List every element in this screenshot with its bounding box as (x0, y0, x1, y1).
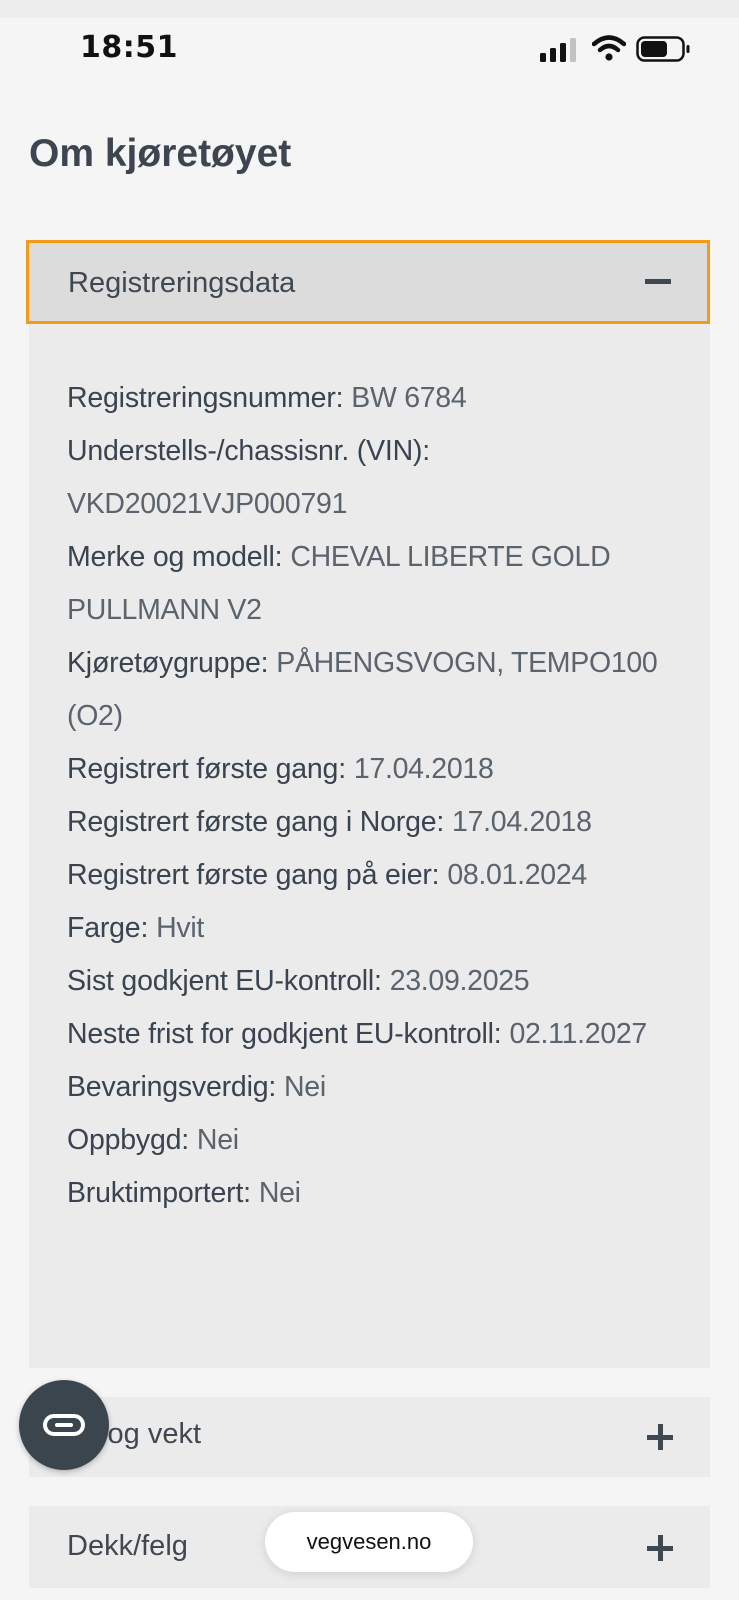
data-row-vin: Understells-/chassisnr. (VIN): VKD20021V… (67, 425, 677, 531)
data-row-registrert-forste-gang: Registrert første gang: 17.04.2018 (67, 743, 677, 796)
row-value: Nei (258, 1177, 301, 1209)
chat-link-icon (43, 1414, 85, 1436)
accordion-label: Registreringsdata (68, 267, 296, 299)
row-label: Bevaringsverdig: (67, 1071, 277, 1103)
floating-action-button[interactable] (19, 1380, 109, 1470)
row-label: Registrert første gang i Norge: (67, 806, 445, 838)
row-value: VKD20021VJP000791 (67, 488, 348, 520)
accordion-registreringsdata-header[interactable]: Registreringsdata (26, 240, 710, 324)
row-label: Oppbygd: (67, 1124, 189, 1156)
data-row-sist-eu-kontroll: Sist godkjent EU-kontroll: 23.09.2025 (67, 955, 677, 1008)
data-row-registrert-eier: Registrert første gang på eier: 08.01.20… (67, 849, 677, 902)
wifi-icon (592, 35, 626, 61)
battery-icon (636, 36, 690, 62)
row-label: Kjøretøygruppe: (67, 647, 269, 679)
data-row-farge: Farge: Hvit (67, 902, 677, 955)
status-bar: 18:51 (0, 18, 739, 80)
data-row-oppbygd: Oppbygd: Nei (67, 1114, 677, 1167)
page-title: Om kjøretøyet (29, 132, 292, 175)
row-label: Neste frist for godkjent EU-kontroll: (67, 1018, 502, 1050)
row-value: Nei (196, 1124, 239, 1156)
row-label: Registreringsnummer: (67, 382, 344, 414)
row-value: 17.04.2018 (452, 806, 592, 838)
plus-icon (647, 1535, 673, 1561)
data-row-bevaringsverdig: Bevaringsverdig: Nei (67, 1061, 677, 1114)
data-row-registrert-norge: Registrert første gang i Norge: 17.04.20… (67, 796, 677, 849)
row-label: Farge: (67, 912, 149, 944)
plus-icon (647, 1424, 673, 1450)
accordion-label: Dekk/felg (67, 1530, 188, 1562)
accordion-mal-og-vekt-header[interactable]: l og vekt (29, 1397, 710, 1477)
accordion-registreringsdata-body: Registreringsnummer: BW 6784 Understells… (29, 324, 710, 1368)
row-value: BW 6784 (351, 382, 467, 414)
accordion-label: l og vekt (93, 1418, 201, 1450)
url-text: vegvesen.no (306, 1529, 432, 1554)
data-row-merke-og-modell: Merke og modell: CHEVAL LIBERTE GOLD PUL… (67, 531, 677, 637)
row-label: Bruktimportert: (67, 1177, 251, 1209)
data-row-kjoretoygruppe: Kjøretøygruppe: PÅHENGSVOGN, TEMPO100 (O… (67, 637, 677, 743)
cellular-signal-icon (540, 38, 576, 62)
row-label: Registrert første gang: (67, 753, 346, 785)
row-label: Understells-/chassisnr. (VIN): (67, 435, 431, 467)
top-strip (0, 0, 739, 18)
browser-url-pill[interactable]: vegvesen.no (265, 1512, 473, 1572)
registration-data-list: Registreringsnummer: BW 6784 Understells… (67, 372, 677, 1220)
row-value: 02.11.2027 (509, 1018, 647, 1050)
row-value: Hvit (156, 912, 204, 944)
data-row-bruktimportert: Bruktimportert: Nei (67, 1167, 677, 1220)
row-value: Nei (284, 1071, 326, 1103)
data-row-registreringsnummer: Registreringsnummer: BW 6784 (67, 372, 677, 425)
row-value: 17.04.2018 (353, 753, 494, 785)
minus-icon (645, 279, 671, 284)
row-value: 23.09.2025 (389, 965, 530, 997)
row-label: Registrert første gang på eier: (67, 859, 440, 891)
row-label: Sist godkjent EU-kontroll: (67, 965, 382, 997)
row-label: Merke og modell: (67, 541, 283, 573)
data-row-neste-eu-kontroll: Neste frist for godkjent EU-kontroll: 02… (67, 1008, 677, 1061)
status-time: 18:51 (80, 30, 178, 65)
row-value: 08.01.2024 (447, 859, 587, 891)
